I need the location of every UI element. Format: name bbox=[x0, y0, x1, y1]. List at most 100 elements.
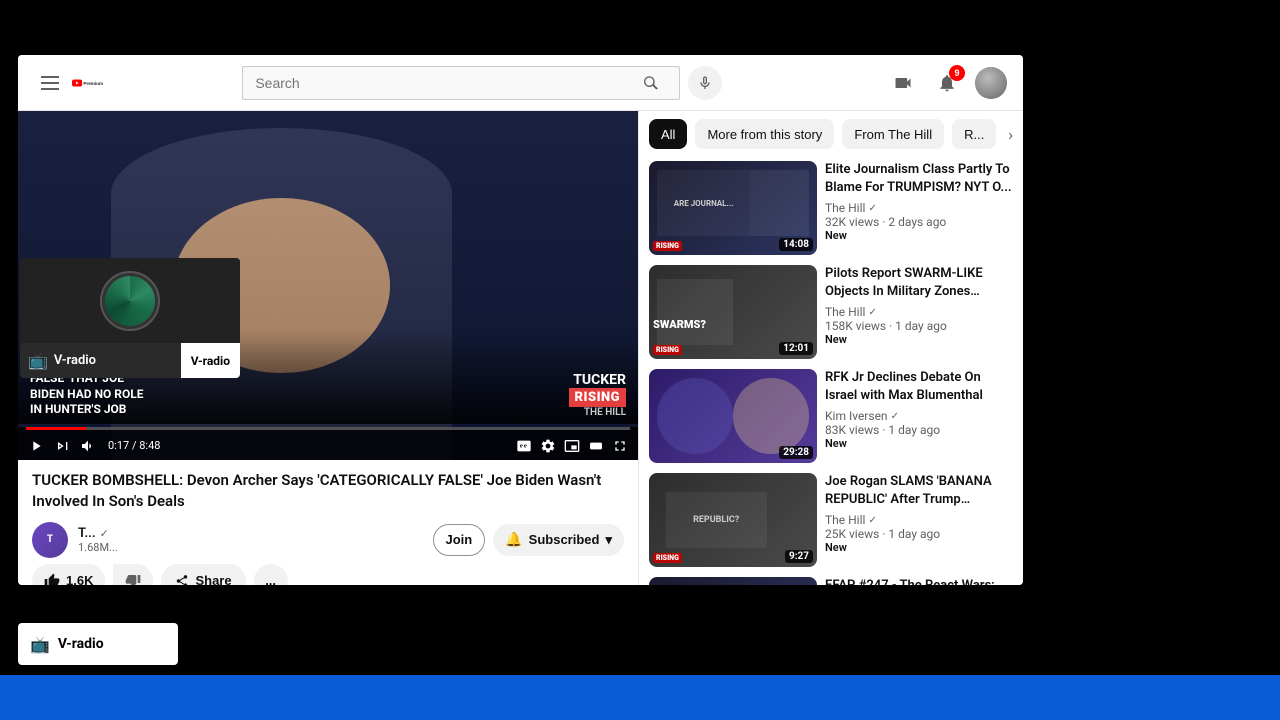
like-count: 1.6K bbox=[66, 573, 93, 585]
like-button[interactable]: 1.6K bbox=[32, 564, 105, 585]
miniplayer-button[interactable] bbox=[562, 436, 582, 456]
vradio-player-inner bbox=[20, 258, 240, 343]
channel-avatar[interactable]: T bbox=[32, 522, 68, 558]
play-button[interactable] bbox=[26, 436, 46, 456]
rec-thumb-3: 29:28 bbox=[649, 369, 817, 463]
share-button[interactable]: Share bbox=[161, 564, 245, 585]
sidebar: All More from this story From The Hill R… bbox=[638, 111, 1023, 585]
vradio-float-player[interactable]: 📺 V-radio V-radio bbox=[20, 258, 240, 378]
rec-video-1[interactable]: ARE JOURNAL... RISING 14:08 Elite Journa… bbox=[649, 161, 1013, 255]
chip-story[interactable]: More from this story bbox=[695, 119, 834, 149]
search-input[interactable] bbox=[242, 66, 624, 100]
dislike-button[interactable] bbox=[113, 564, 153, 585]
thumbup-icon bbox=[44, 573, 60, 585]
action-row: 1.6K Share ... bbox=[32, 564, 624, 585]
rec-duration-3: 29:28 bbox=[779, 446, 813, 459]
rec-video-5[interactable]: EFAP EFAP #247 - The React Wars: Age of … bbox=[649, 577, 1013, 585]
fullscreen-icon bbox=[612, 438, 628, 454]
vradio-bottom-bar[interactable]: 📺 V-radio bbox=[18, 623, 178, 665]
rec-video-4[interactable]: REPUBLIC? RISING 9:27 Joe Rogan SLAMS 'B… bbox=[649, 473, 1013, 567]
chips-chevron[interactable]: › bbox=[1008, 125, 1013, 144]
rec-channel-2: The Hill ✓ bbox=[825, 305, 1013, 319]
rec-video-2[interactable]: SWARMS? RISING 12:01 Pilots Report SWARM… bbox=[649, 265, 1013, 359]
rec-new-2: New bbox=[825, 333, 1013, 346]
miniplayer-icon bbox=[564, 438, 580, 454]
rec-channel-3: Kim Iversen ✓ bbox=[825, 409, 1013, 423]
subtitles-icon bbox=[516, 438, 532, 454]
rec-title-4: Joe Rogan SLAMS 'BANANA REPUBLIC' After … bbox=[825, 473, 1013, 509]
rec-video-3[interactable]: 29:28 RFK Jr Declines Debate On Israel w… bbox=[649, 369, 1013, 463]
chip-thehill[interactable]: From The Hill bbox=[842, 119, 944, 149]
tucker-brand: TUCKER bbox=[573, 372, 626, 388]
rec-info-3: RFK Jr Declines Debate On Israel with Ma… bbox=[825, 369, 1013, 463]
subtitles-button[interactable] bbox=[514, 436, 534, 456]
avatar-button[interactable] bbox=[975, 67, 1007, 99]
rec-badge-4: RISING bbox=[653, 553, 682, 563]
rec-new-3: New bbox=[825, 437, 1013, 450]
search-icon bbox=[644, 75, 660, 91]
more-button[interactable]: ... bbox=[254, 564, 288, 585]
rec-info-1: Elite Journalism Class Partly To Blame F… bbox=[825, 161, 1013, 255]
rec-channel-1: The Hill ✓ bbox=[825, 201, 1013, 215]
subscribe-chevron: ▾ bbox=[605, 532, 612, 548]
rec-new-4: New bbox=[825, 541, 1013, 554]
rec-duration-1: 14:08 bbox=[779, 238, 813, 251]
bell-icon: 🔔 bbox=[505, 531, 522, 548]
skip-button[interactable] bbox=[52, 436, 72, 456]
progress-filled bbox=[26, 427, 86, 430]
rec-duration-4: 9:27 bbox=[785, 550, 813, 563]
fullscreen-button[interactable] bbox=[610, 436, 630, 456]
ticker-bar: leashed and V-Radio Show. Please subscri… bbox=[0, 675, 1280, 720]
rec-info-5: EFAP #247 - The React Wars: Age of xQc -… bbox=[825, 577, 1013, 585]
rec-thumb-5: EFAP bbox=[649, 577, 817, 585]
rec-channel-4: The Hill ✓ bbox=[825, 513, 1013, 527]
hill-brand: THE HILL bbox=[584, 407, 626, 418]
skip-icon bbox=[54, 438, 70, 454]
vradio-tv-icon: 📺 bbox=[28, 351, 48, 370]
theater-button[interactable] bbox=[586, 436, 606, 456]
vradio-label: V-radio bbox=[54, 353, 96, 368]
notifications-button[interactable]: 9 bbox=[931, 67, 963, 99]
rec-duration-2: 12:01 bbox=[779, 342, 813, 355]
video-controls: 0:17 / 8:48 bbox=[18, 427, 638, 460]
user-avatar bbox=[975, 67, 1007, 99]
vradio-tag: V-radio bbox=[191, 354, 230, 368]
rec-info-4: Joe Rogan SLAMS 'BANANA REPUBLIC' After … bbox=[825, 473, 1013, 567]
rec-title-3: RFK Jr Declines Debate On Israel with Ma… bbox=[825, 369, 1013, 405]
mic-button[interactable] bbox=[688, 66, 722, 100]
volume-button[interactable] bbox=[78, 436, 98, 456]
channel-name: T... bbox=[78, 526, 96, 541]
rec-stats-3: 83K views · 1 day ago bbox=[825, 423, 1013, 437]
settings-button[interactable] bbox=[538, 436, 558, 456]
rec-stats-2: 158K views · 1 day ago bbox=[825, 319, 1013, 333]
vradio-bottom-tv-icon: 📺 bbox=[30, 635, 50, 654]
chip-more[interactable]: R... bbox=[952, 119, 996, 149]
create-button[interactable] bbox=[887, 67, 919, 99]
mic-icon bbox=[697, 75, 713, 91]
share-label: Share bbox=[195, 573, 231, 585]
chip-all[interactable]: All bbox=[649, 119, 687, 149]
rec-thumb-4: REPUBLIC? RISING 9:27 bbox=[649, 473, 817, 567]
rec-title-2: Pilots Report SWARM-LIKE Objects In Mili… bbox=[825, 265, 1013, 301]
rec-thumb-1: ARE JOURNAL... RISING 14:08 bbox=[649, 161, 817, 255]
rec-title-1: Elite Journalism Class Partly To Blame F… bbox=[825, 161, 1013, 197]
create-icon bbox=[893, 73, 913, 93]
subscribe-button[interactable]: 🔔 Subscribed ▾ bbox=[493, 524, 624, 556]
menu-button[interactable] bbox=[34, 67, 66, 99]
rec-badge-2: RISING bbox=[653, 345, 682, 355]
search-button[interactable] bbox=[624, 66, 680, 100]
vradio-globe bbox=[105, 276, 155, 326]
youtube-logo[interactable]: Premium bbox=[72, 72, 104, 94]
rec-new-1: New bbox=[825, 229, 1013, 242]
settings-icon bbox=[540, 438, 556, 454]
volume-icon bbox=[80, 438, 96, 454]
notification-badge: 9 bbox=[949, 65, 965, 81]
verified-checkmark: ✓ bbox=[100, 527, 109, 540]
rec-info-2: Pilots Report SWARM-LIKE Objects In Mili… bbox=[825, 265, 1013, 359]
progress-bar[interactable] bbox=[26, 427, 630, 430]
video-info: TUCKER BOMBSHELL: Devon Archer Says 'CAT… bbox=[18, 460, 638, 585]
subscribed-label: Subscribed bbox=[529, 532, 600, 547]
join-button[interactable]: Join bbox=[433, 524, 486, 556]
video-title: TUCKER BOMBSHELL: Devon Archer Says 'CAT… bbox=[32, 470, 624, 512]
vradio-icon bbox=[100, 271, 160, 331]
